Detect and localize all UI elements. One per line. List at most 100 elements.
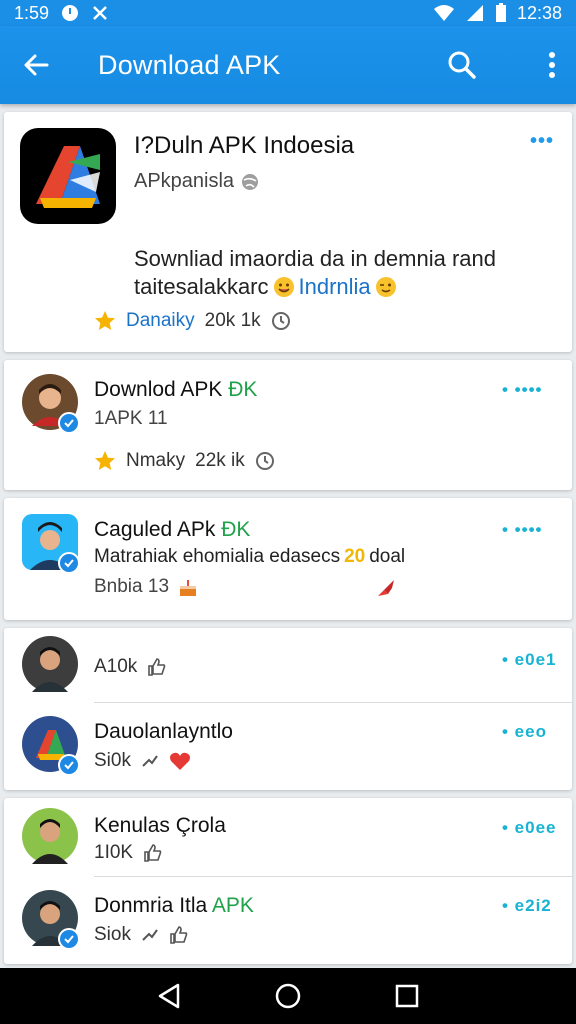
thumbs-up-icon: [148, 658, 166, 676]
arrow-left-icon: [24, 54, 49, 76]
app-name: Caguled APk ÐK: [94, 518, 250, 542]
verified-badge: [58, 412, 80, 434]
app-name: Downlod APK ÐK: [94, 378, 257, 402]
app-bar: Download APK: [0, 26, 576, 104]
search-icon: [448, 51, 476, 79]
app-name: Kenulas Çrola: [94, 814, 226, 837]
app-list-card: Kenulas Çrola 1I0K • e0ee Donmria Itla A…: [4, 798, 572, 964]
check-icon: [64, 761, 74, 770]
star-icon: [95, 311, 115, 330]
app-subtitle: 1APK 11: [94, 408, 168, 429]
app-title: I?Duln APK Indoesia: [134, 132, 355, 159]
avatar: [22, 636, 78, 692]
desc-text-c: doal: [369, 546, 406, 567]
emoji-smile-icon: [273, 277, 294, 297]
more-options-button[interactable]: [530, 43, 574, 87]
card-menu-dots[interactable]: • eeo: [502, 722, 547, 742]
rating-label: Nmaky: [126, 450, 186, 471]
avatar: [22, 514, 80, 574]
app-name: Donmria Itla APK: [94, 894, 254, 918]
subtitle-text: Bnbia 13: [94, 576, 170, 597]
status-clock: 12:38: [516, 2, 562, 23]
app-description: Matrahiak ehomialia edasecs 20 doal: [94, 546, 405, 568]
app-name-text: Donmria Itla: [94, 894, 208, 917]
verified-badge: [58, 552, 80, 574]
stat-text: Si0k: [94, 750, 131, 771]
circle-home-icon: [275, 983, 301, 1009]
rating-row: Danaiky 20k 1k: [94, 310, 291, 332]
stat-row: Si0k: [94, 750, 191, 772]
search-button[interactable]: [440, 43, 484, 87]
check-icon: [64, 935, 74, 944]
wifi-icon: [433, 4, 455, 22]
stat-row: Siok: [94, 924, 189, 946]
list-item[interactable]: Dauolanlayntlo Si0k • eeo: [4, 704, 572, 788]
rocket-icon: [374, 576, 398, 605]
tools-icon: [91, 4, 109, 22]
desc-number: 20: [344, 546, 366, 567]
thumbs-up-icon: [170, 926, 188, 944]
stat-row: 1I0K: [94, 842, 163, 864]
thumbs-up-icon: [144, 844, 162, 862]
nav-recents-button[interactable]: [383, 972, 431, 1020]
globe-icon: [242, 173, 259, 190]
list-item[interactable]: A10k • e0e1: [4, 628, 572, 702]
status-time: 1:59: [14, 2, 50, 23]
app-description-line2: taitesalakkarc Indrnlia: [134, 274, 397, 300]
cake-icon: [180, 580, 197, 596]
app-name: Dauolanlayntlo: [94, 720, 233, 743]
check-icon: [64, 419, 74, 428]
list-item[interactable]: Donmria Itla APK Siok • e2i2: [4, 878, 572, 962]
system-nav-bar: [0, 968, 576, 1024]
notification-icon: [61, 4, 79, 22]
publisher-label: APkpanisla: [134, 170, 235, 192]
app-card[interactable]: Downlod APK ÐK 1APK 11 • •••• Nmaky 22k …: [4, 360, 572, 490]
clock-icon: [255, 452, 274, 470]
card-menu-dots[interactable]: • e0ee: [502, 818, 557, 838]
divider: [94, 876, 572, 877]
desc-text-b: Indrnlia: [298, 274, 371, 299]
clock-icon: [271, 312, 290, 330]
avatar: [22, 890, 80, 950]
app-list-card: A10k • e0e1 Dauolanlayntlo Si0k • eeo: [4, 628, 572, 790]
rating-stat: 20k 1k: [204, 310, 261, 331]
nav-home-button[interactable]: [264, 972, 312, 1020]
trend-icon: [142, 929, 158, 941]
app-publisher: APkpanisla: [134, 170, 260, 193]
more-vert-icon: [549, 52, 555, 78]
stat-text: Siok: [94, 924, 131, 945]
app-logo: [20, 128, 116, 224]
app-name-tag: ÐK: [221, 518, 251, 541]
desc-text-a: taitesalakkarc: [134, 274, 269, 299]
app-description-line1: Sownliad imaordia da in demnia rand: [134, 246, 496, 271]
square-recents-icon: [395, 984, 418, 1008]
trend-icon: [142, 755, 158, 767]
card-menu-dots[interactable]: •••: [530, 130, 554, 153]
rating-label: Danaiky: [126, 310, 195, 331]
status-bar: 1:59 12:38: [0, 0, 576, 26]
app-name-tag: ÐK: [228, 378, 258, 401]
app-card[interactable]: Caguled APk ÐK Matrahiak ehomialia edase…: [4, 498, 572, 620]
page-title: Download APK: [98, 49, 281, 80]
app-name-text: Caguled APk: [94, 518, 216, 541]
app-name-tag: APK: [211, 894, 254, 917]
stat-row: A10k: [94, 656, 167, 678]
desc-text-a: Matrahiak ehomialia edasecs: [94, 546, 341, 567]
back-button[interactable]: [14, 43, 58, 87]
triangle-back-icon: [159, 983, 180, 1009]
card-menu-dots[interactable]: • ••••: [502, 380, 542, 400]
stat-text: A10k: [94, 656, 138, 677]
card-menu-dots[interactable]: • ••••: [502, 520, 542, 540]
avatar: [22, 808, 78, 864]
emoji-wink-icon: [375, 277, 396, 297]
battery-icon: [495, 3, 507, 23]
featured-app-card[interactable]: I?Duln APK Indoesia APkpanisla ••• Sownl…: [4, 112, 572, 352]
card-menu-dots[interactable]: • e2i2: [502, 896, 552, 916]
nav-back-button[interactable]: [145, 972, 193, 1020]
list-item[interactable]: Kenulas Çrola 1I0K • e0ee: [4, 798, 572, 876]
card-menu-dots[interactable]: • e0e1: [502, 650, 557, 670]
app-name-text: Downlod APK: [94, 378, 223, 401]
rating-stat: 22k ik: [195, 450, 245, 471]
rating-row: Nmaky 22k ik: [94, 450, 275, 472]
verified-badge: [58, 754, 80, 776]
